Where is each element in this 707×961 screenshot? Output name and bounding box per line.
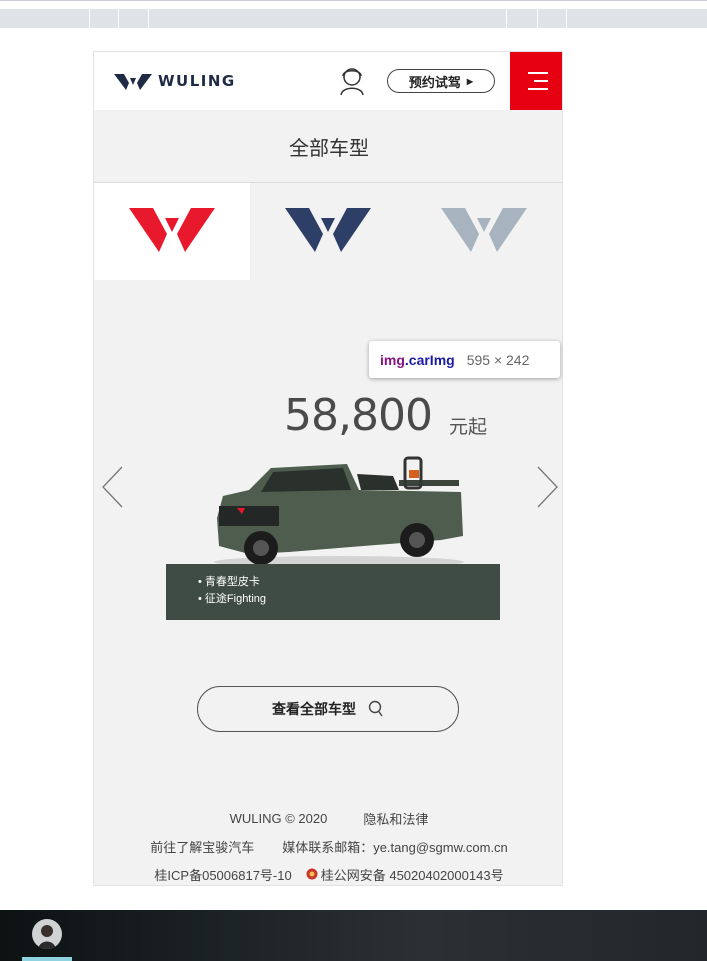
toolbar-divider	[148, 9, 149, 28]
menu-line-icon	[534, 80, 548, 82]
devtools-element-tooltip: img.carImg 595 × 242	[369, 341, 560, 378]
caret-right-icon: ▶	[466, 76, 474, 86]
avatar-icon	[38, 925, 56, 949]
taskbar	[0, 910, 707, 961]
copyright-text: WULING © 2020	[229, 810, 328, 826]
wuling-gray-logo-icon	[441, 207, 527, 252]
mobile-viewport: WULING 预约试驾 ▶ 全部车型 58,800 元起 • 青春型皮卡 • 征…	[93, 51, 563, 886]
active-task-indicator	[22, 957, 72, 961]
features-panel: • 青春型皮卡 • 征途Fighting	[166, 564, 500, 620]
footer-row: 前往了解宝骏汽车 媒体联系邮箱：ye.tang@sgmw.com.cn	[94, 832, 562, 860]
feature-item: • 征途Fighting	[198, 593, 267, 605]
footer-row: WULING © 2020 隐私和法律	[94, 804, 562, 832]
menu-line-icon	[528, 72, 548, 74]
wuling-red-logo-icon	[129, 207, 215, 252]
footer-row: 桂ICP备05006817号-10 桂公网安备 45020402000143号	[94, 860, 562, 885]
toolbar-divider	[89, 9, 90, 28]
user-icon[interactable]	[338, 66, 366, 96]
brand-tab-wuling-navy[interactable]	[250, 183, 406, 280]
tooltip-dimensions: 595 × 242	[466, 351, 530, 368]
page-title: 全部车型	[94, 110, 562, 183]
brand-tab-wuling-red[interactable]	[94, 183, 250, 280]
price-unit: 元起	[449, 417, 488, 438]
car-price: 58,800	[284, 390, 433, 441]
wuling-navy-logo-icon	[285, 207, 371, 252]
menu-line-icon	[528, 88, 548, 90]
tooltip-tag: img	[380, 351, 405, 368]
toolbar-divider	[537, 9, 538, 28]
police-badge-icon	[306, 868, 318, 880]
test-drive-button[interactable]: 预约试驾 ▶	[387, 69, 495, 93]
feature-item: • 青春型皮卡	[198, 576, 260, 588]
chevron-left-icon[interactable]	[100, 465, 126, 509]
media-contact-email[interactable]: 媒体联系邮箱：ye.tang@sgmw.com.cn	[282, 837, 508, 856]
toolbar-divider	[566, 9, 567, 28]
tooltip-selector: img.carImg	[380, 352, 455, 368]
menu-button[interactable]	[510, 52, 562, 110]
tooltip-class: .carImg	[404, 351, 455, 368]
icp-link[interactable]: 桂ICP备05006817号-10	[154, 865, 291, 884]
test-drive-label: 预约试驾	[408, 74, 461, 90]
wuling-mark-icon	[114, 74, 152, 90]
search-icon	[368, 700, 383, 717]
police-record-link[interactable]: 桂公网安备 45020402000143号	[321, 865, 504, 884]
car-carousel: 58,800 元起 • 青春型皮卡 • 征途Fighting	[94, 280, 562, 640]
toolbar-band	[0, 9, 707, 28]
view-all-models-button[interactable]: 查看全部车型	[197, 686, 459, 732]
view-all-label: 查看全部车型	[272, 701, 356, 717]
site-header: WULING 预约试驾 ▶	[94, 52, 562, 110]
logo-text: WULING	[158, 72, 236, 90]
user-avatar[interactable]	[32, 919, 62, 949]
brand-tab-wuling-gray[interactable]	[406, 183, 562, 280]
pickup-truck-image[interactable]	[209, 440, 469, 570]
site-footer: WULING © 2020 隐私和法律 前往了解宝骏汽车 媒体联系邮箱：ye.t…	[94, 804, 562, 885]
toolbar-divider	[506, 9, 507, 28]
toolbar-divider	[118, 9, 119, 28]
brand-tabs	[94, 183, 562, 280]
chevron-right-icon[interactable]	[534, 465, 560, 509]
wuling-logo[interactable]: WULING	[114, 70, 244, 92]
baojun-link[interactable]: 前往了解宝骏汽车	[150, 837, 254, 856]
privacy-link[interactable]: 隐私和法律	[363, 809, 428, 828]
browser-toolbar	[0, 0, 707, 29]
